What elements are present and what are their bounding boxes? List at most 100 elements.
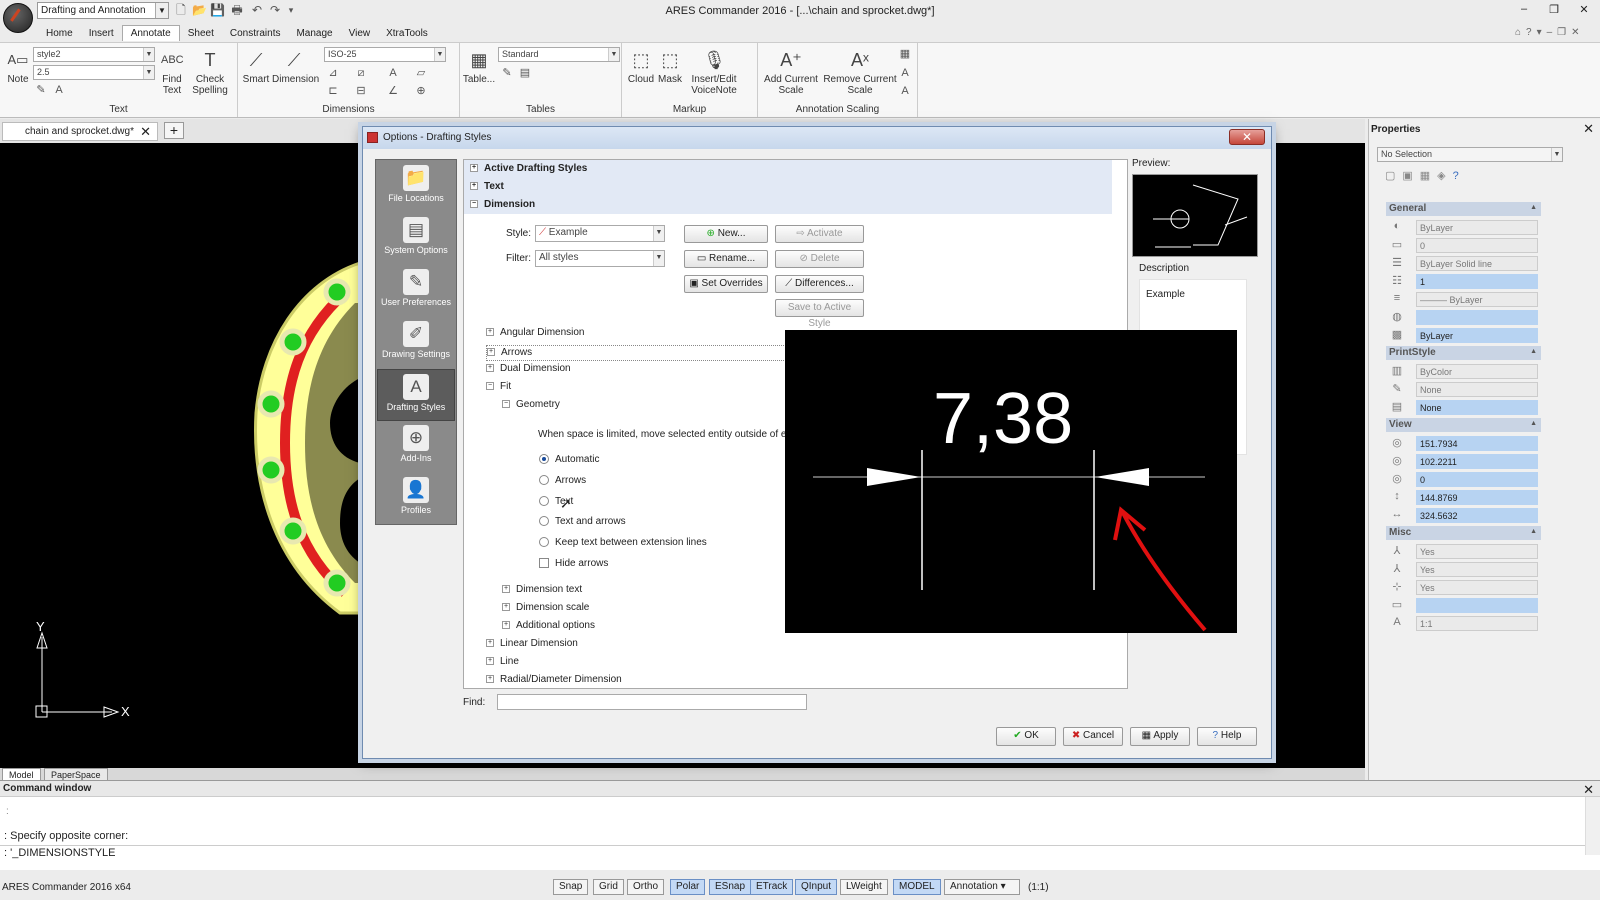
dialog-close-button[interactable]: ✕: [1229, 129, 1265, 145]
style-select[interactable]: ⟋ Example ▼: [535, 225, 665, 242]
mask-button[interactable]: ⬚ Mask: [656, 49, 684, 85]
section-general[interactable]: General: [1386, 202, 1541, 216]
table-edit-icon[interactable]: ✎: [500, 66, 514, 80]
grid-toggle[interactable]: Grid: [593, 879, 624, 895]
tree-dimension-scale[interactable]: + Dimension scale: [502, 602, 589, 613]
tree-dimension-text[interactable]: + Dimension text: [502, 584, 582, 595]
rename-button[interactable]: ▭ Rename...: [684, 250, 768, 268]
nav-system-options[interactable]: ▤ System Options: [377, 213, 455, 265]
radio-keep-text[interactable]: [539, 537, 549, 547]
tab-manage[interactable]: Manage: [288, 26, 340, 42]
section-dimension[interactable]: − Dimension: [464, 196, 1112, 214]
ok-button[interactable]: ✔ OK: [996, 727, 1056, 746]
prop-ucs-name[interactable]: ▭: [1386, 597, 1541, 614]
scale-list-icon[interactable]: ▦: [898, 47, 912, 61]
inner-window-controls[interactable]: ⌂?▾–❐✕: [1515, 27, 1600, 38]
radio-text[interactable]: [539, 496, 549, 506]
prop-height[interactable]: ↕ 144.8769: [1386, 489, 1541, 506]
document-tab[interactable]: chain and sprocket.dwg* ✕: [2, 122, 158, 141]
section-active-drafting-styles[interactable]: + Active Drafting Styles: [464, 160, 1112, 178]
qinput-toggle[interactable]: QInput: [795, 879, 838, 895]
text-style-select[interactable]: style2 ▼: [33, 47, 155, 62]
help-button[interactable]: ? Help: [1197, 727, 1257, 746]
section-printstyle[interactable]: PrintStyle: [1386, 346, 1541, 360]
command-input[interactable]: : '_DIMENSIONSTYLE: [0, 845, 1585, 860]
tree-geometry[interactable]: − Geometry: [502, 399, 560, 410]
polar-toggle[interactable]: Polar: [670, 879, 706, 895]
scale-auto-icon[interactable]: A: [898, 84, 912, 98]
nav-profiles[interactable]: 👤 Profiles: [377, 473, 455, 525]
close-tab-icon[interactable]: ✕: [140, 124, 151, 140]
redo-icon[interactable]: ↷: [268, 3, 282, 17]
activate-button[interactable]: ⇨ Activate: [775, 225, 864, 243]
set-overrides-button[interactable]: ▣ Set Overrides: [684, 275, 768, 293]
prop-center-z[interactable]: ◎ 0: [1386, 471, 1541, 488]
add-current-scale-button[interactable]: A⁺ Add Current Scale: [760, 49, 822, 96]
prop-layer[interactable]: ▭ 0: [1386, 237, 1541, 254]
tab-view[interactable]: View: [341, 26, 379, 42]
nav-file-locations[interactable]: 📁 File Locations: [377, 161, 455, 213]
check-spelling-button[interactable]: T Check Spelling: [188, 49, 232, 96]
print-icon[interactable]: 🖶: [230, 3, 244, 17]
text-format-icon[interactable]: A: [52, 83, 66, 97]
close-icon[interactable]: ✕: [1583, 121, 1594, 137]
voicenote-button[interactable]: 🎙 Insert/Edit VoiceNote: [686, 49, 742, 96]
dim-baseline-icon[interactable]: ⊏: [326, 84, 340, 98]
new-tab-button[interactable]: +: [164, 122, 184, 139]
radio-arrows[interactable]: [539, 475, 549, 485]
radio-automatic[interactable]: [539, 454, 549, 464]
dim-center-icon[interactable]: ⊕: [414, 84, 428, 98]
prop-printstyle[interactable]: ▥ ByColor: [1386, 363, 1541, 380]
tab-insert[interactable]: Insert: [81, 26, 122, 42]
new-style-button[interactable]: ⊕ New...: [684, 225, 768, 243]
table-button[interactable]: ▦ Table...: [462, 49, 496, 85]
prop-linescale[interactable]: ☷ 1: [1386, 273, 1541, 290]
tab-annotate[interactable]: Annotate: [121, 25, 180, 41]
table-style-select[interactable]: Standard ▼: [498, 47, 620, 62]
selection-select[interactable]: No Selection ▼: [1377, 147, 1563, 162]
dim-angle-icon[interactable]: ∠: [386, 84, 400, 98]
nav-add-ins[interactable]: ⊕ Add-Ins: [377, 421, 455, 473]
tab-xtratools[interactable]: XtraTools: [378, 26, 436, 42]
dimension-button[interactable]: ⟋ Dimension: [272, 49, 319, 85]
prop-ucs-on[interactable]: ⅄ Yes: [1386, 543, 1541, 560]
prop-ucs-viewport[interactable]: ⊹ Yes: [1386, 579, 1541, 596]
prop-printtable[interactable]: ✎ None: [1386, 381, 1541, 398]
app-logo-icon[interactable]: [3, 3, 33, 33]
prop-width[interactable]: ↔ 324.5632: [1386, 507, 1541, 524]
find-input[interactable]: [497, 694, 807, 710]
tree-dual-dimension[interactable]: + Dual Dimension: [486, 363, 571, 374]
minimize-icon[interactable]: –: [1515, 3, 1533, 15]
section-misc[interactable]: Misc: [1386, 526, 1541, 540]
nav-user-preferences[interactable]: ✎ User Preferences: [377, 265, 455, 317]
text-height-select[interactable]: 2.5 ▼: [33, 65, 155, 80]
lweight-toggle[interactable]: LWeight: [840, 879, 888, 895]
dim-break-icon[interactable]: ⧄: [354, 66, 368, 80]
prop-ucs-origin[interactable]: ⅄ Yes: [1386, 561, 1541, 578]
close-icon[interactable]: ✕: [1575, 3, 1593, 16]
open-folder-icon[interactable]: 📂: [192, 3, 207, 17]
tree-linear-dimension[interactable]: + Linear Dimension: [486, 638, 578, 649]
tab-sheet[interactable]: Sheet: [180, 26, 222, 42]
prop-material[interactable]: ▩ ByLayer: [1386, 327, 1541, 344]
dim-style-select[interactable]: ISO-25 ▼: [324, 47, 446, 62]
prop-color[interactable]: ◐ ByLayer: [1386, 219, 1541, 236]
find-text-button[interactable]: ABC Find Text: [158, 49, 186, 96]
tree-radial-diameter[interactable]: + Radial/Diameter Dimension: [486, 674, 622, 685]
delete-button[interactable]: ⊘ Delete: [775, 250, 864, 268]
nav-drawing-settings[interactable]: ✐ Drawing Settings: [377, 317, 455, 369]
restore-icon[interactable]: ❐: [1545, 3, 1563, 16]
filter-select[interactable]: All styles ▼: [535, 250, 665, 267]
differences-button[interactable]: ⟋ Differences...: [775, 275, 864, 293]
nav-drafting-styles[interactable]: A Drafting Styles: [377, 369, 455, 421]
tree-angular-dimension[interactable]: + Angular Dimension: [486, 327, 585, 338]
smart-dimension-button[interactable]: ⟋ Smart: [242, 49, 270, 85]
dim-linear-icon[interactable]: ⊿: [326, 66, 340, 80]
tree-additional-options[interactable]: + Additional options: [502, 620, 595, 631]
section-view[interactable]: View: [1386, 418, 1541, 432]
etrack-toggle[interactable]: ETrack: [750, 879, 794, 895]
prop-lineweight[interactable]: ≡ ——— ByLayer: [1386, 291, 1541, 308]
table-style-icon[interactable]: ▤: [518, 66, 532, 80]
radio-text-and-arrows[interactable]: [539, 516, 549, 526]
qat-menu-icon[interactable]: ▾: [284, 3, 298, 17]
